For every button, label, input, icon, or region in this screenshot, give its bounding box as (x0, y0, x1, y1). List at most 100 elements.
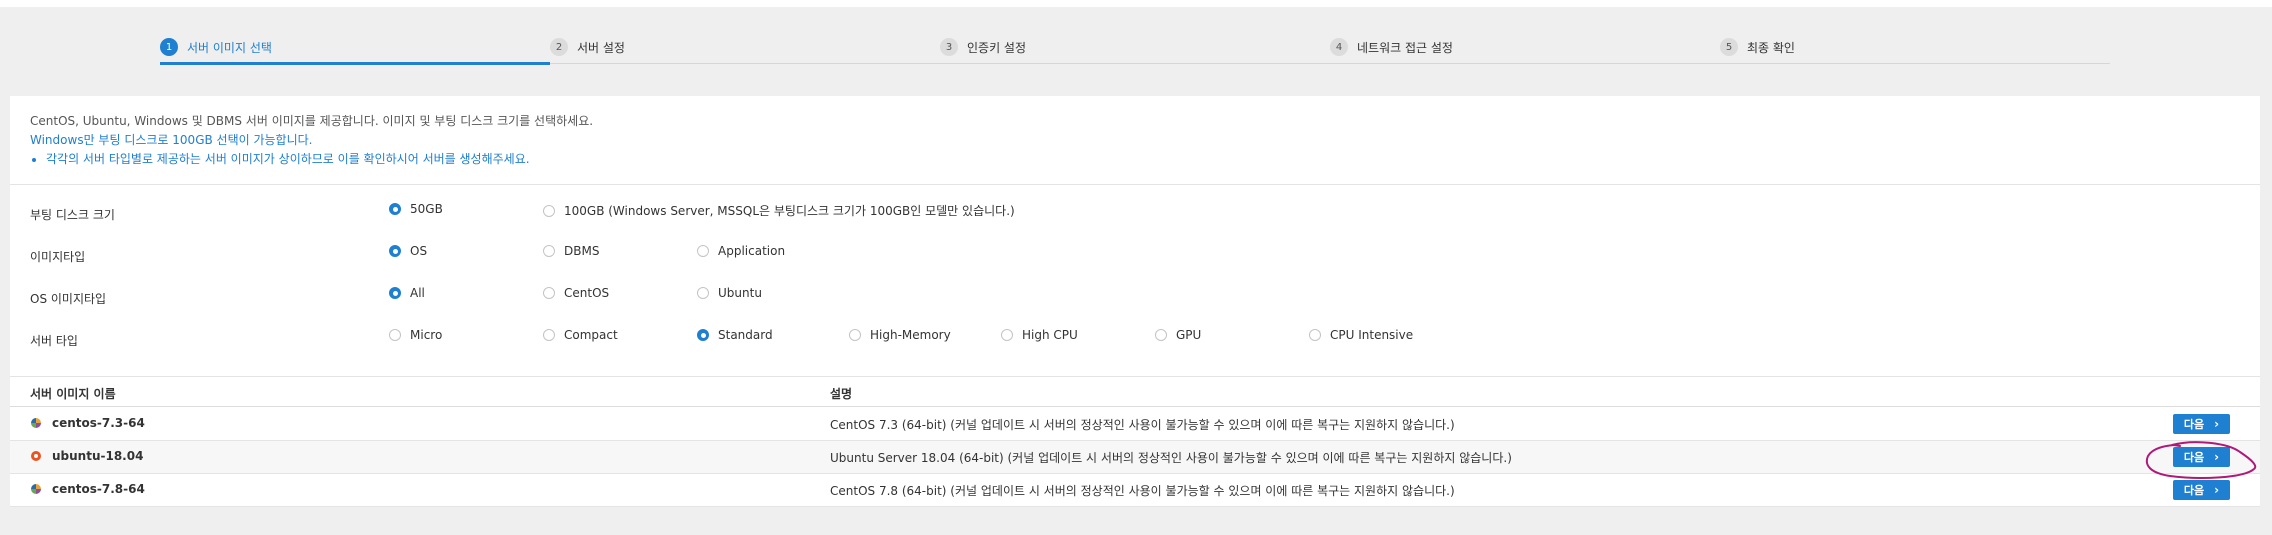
step-auth-key[interactable]: 3 인증키 설정 (940, 36, 1026, 58)
radio-server-standard[interactable]: Standard (697, 328, 773, 342)
radio-label: GPU (1176, 328, 1202, 342)
next-button-label: 다음 (2183, 418, 2205, 431)
divider (10, 376, 2260, 377)
radio-circle[interactable] (389, 329, 401, 341)
radio-circle[interactable] (389, 203, 401, 215)
table-row[interactable]: ubuntu-18.04 Ubuntu Server 18.04 (64-bit… (10, 441, 2260, 474)
info-box: CentOS, Ubuntu, Windows 및 DBMS 서버 이미지를 제… (30, 112, 593, 169)
radio-label: All (410, 286, 425, 300)
radio-boot-50gb[interactable]: 50GB (389, 202, 443, 216)
boot-disk-row: 부팅 디스크 크기 50GB 100GB (Windows Server, MS… (10, 202, 2260, 224)
step-number: 2 (550, 38, 568, 56)
radio-circle[interactable] (1001, 329, 1013, 341)
server-type-row: 서버 타입 Micro Compact Standard High-Memory… (10, 328, 2260, 350)
image-name: ubuntu-18.04 (52, 449, 144, 463)
centos-icon (31, 418, 41, 428)
step-label: 서버 이미지 선택 (187, 40, 272, 55)
radio-circle[interactable] (389, 245, 401, 257)
radio-circle[interactable] (697, 329, 709, 341)
radio-circle[interactable] (543, 287, 555, 299)
stepper-progress (160, 62, 550, 65)
radio-os-centos[interactable]: CentOS (543, 286, 609, 300)
divider (10, 184, 2260, 185)
image-desc: CentOS 7.3 (64-bit) (커널 업데이트 시 서버의 정상적인 … (830, 418, 1455, 432)
radio-label: High CPU (1022, 328, 1078, 342)
radio-circle[interactable] (543, 204, 555, 217)
radio-label: OS (410, 244, 428, 258)
wizard-stepper: 1 서버 이미지 선택 2 서버 설정 3 인증키 설정 4 네트워크 접근 설… (160, 36, 2110, 66)
radio-image-os[interactable]: OS (389, 244, 427, 258)
step-server-settings[interactable]: 2 서버 설정 (550, 36, 625, 58)
top-strip (0, 0, 2272, 7)
image-type-label: 이미지타입 (30, 250, 86, 264)
next-button-label: 다음 (2183, 451, 2205, 464)
step-label: 서버 설정 (577, 40, 625, 55)
server-type-label: 서버 타입 (30, 334, 78, 348)
radio-label: Application (718, 244, 786, 258)
radio-circle[interactable] (697, 245, 709, 257)
next-button[interactable]: 다음 › (2173, 447, 2230, 467)
centos-icon (31, 484, 41, 494)
radio-os-all[interactable]: All (389, 286, 425, 300)
radio-server-high-memory[interactable]: High-Memory (849, 328, 951, 342)
chevron-right-icon: › (2214, 450, 2220, 464)
step-label: 최종 확인 (1747, 40, 1795, 55)
radio-boot-100gb[interactable]: 100GB (Windows Server, MSSQL은 부팅디스크 크기가 … (543, 202, 1015, 219)
step-number: 3 (940, 38, 958, 56)
radio-label: CPU Intensive (1330, 328, 1414, 342)
radio-circle[interactable] (697, 287, 709, 299)
step-select-image[interactable]: 1 서버 이미지 선택 (160, 36, 272, 58)
table-header: 서버 이미지 이름 설명 (10, 378, 2260, 407)
step-number: 1 (160, 38, 178, 56)
image-desc: Ubuntu Server 18.04 (64-bit) (커널 업데이트 시 … (830, 451, 1512, 465)
radio-label: DBMS (564, 244, 600, 258)
image-type-row: 이미지타입 OS DBMS Application (10, 244, 2260, 266)
table-row[interactable]: centos-7.8-64 CentOS 7.8 (64-bit) (커널 업데… (10, 474, 2260, 507)
image-desc: CentOS 7.8 (64-bit) (커널 업데이트 시 서버의 정상적인 … (830, 484, 1455, 498)
radio-circle[interactable] (1309, 329, 1321, 341)
next-button[interactable]: 다음 › (2173, 414, 2230, 434)
column-header-desc: 설명 (830, 387, 853, 401)
radio-image-dbms[interactable]: DBMS (543, 244, 599, 258)
radio-image-application[interactable]: Application (697, 244, 785, 258)
radio-server-high-cpu[interactable]: High CPU (1001, 328, 1078, 342)
image-name: centos-7.8-64 (52, 482, 145, 496)
radio-os-ubuntu[interactable]: Ubuntu (697, 286, 762, 300)
table-row[interactable]: centos-7.3-64 CentOS 7.3 (64-bit) (커널 업데… (10, 408, 2260, 441)
radio-label: Compact (564, 328, 618, 342)
step-number: 4 (1330, 38, 1348, 56)
radio-label: Micro (410, 328, 443, 342)
column-header-name: 서버 이미지 이름 (30, 387, 116, 401)
radio-circle[interactable] (543, 329, 555, 341)
radio-server-compact[interactable]: Compact (543, 328, 618, 342)
info-note: Windows만 부팅 디스크로 100GB 선택이 가능합니다. (30, 133, 313, 147)
os-image-type-row: OS 이미지타입 All CentOS Ubuntu (10, 286, 2260, 308)
image-name: centos-7.3-64 (52, 416, 145, 430)
os-image-type-label: OS 이미지타입 (30, 292, 107, 306)
radio-circle[interactable] (389, 287, 401, 299)
radio-circle[interactable] (849, 329, 861, 341)
chevron-right-icon: › (2214, 483, 2220, 497)
radio-label: Ubuntu (718, 286, 762, 300)
radio-server-micro[interactable]: Micro (389, 328, 442, 342)
info-bullets: 각각의 서버 타입별로 제공하는 서버 이미지가 상이하므로 이를 확인하시어 … (30, 150, 593, 169)
step-label: 인증키 설정 (967, 40, 1027, 55)
step-number: 5 (1720, 38, 1738, 56)
radio-server-cpu-intensive[interactable]: CPU Intensive (1309, 328, 1413, 342)
radio-circle[interactable] (543, 245, 555, 257)
image-selection-panel: CentOS, Ubuntu, Windows 및 DBMS 서버 이미지를 제… (10, 96, 2260, 507)
info-bullet: 각각의 서버 타입별로 제공하는 서버 이미지가 상이하므로 이를 확인하시어 … (46, 150, 593, 169)
step-network-access[interactable]: 4 네트워크 접근 설정 (1330, 36, 1453, 58)
next-button[interactable]: 다음 › (2173, 480, 2230, 500)
radio-label: High-Memory (870, 328, 951, 342)
step-final-confirm[interactable]: 5 최종 확인 (1720, 36, 1795, 58)
radio-label: 100GB (Windows Server, MSSQL은 부팅디스크 크기가 … (564, 204, 1015, 218)
info-line: CentOS, Ubuntu, Windows 및 DBMS 서버 이미지를 제… (30, 114, 594, 128)
boot-disk-label: 부팅 디스크 크기 (30, 208, 115, 222)
step-label: 네트워크 접근 설정 (1357, 40, 1453, 55)
chevron-right-icon: › (2214, 417, 2220, 431)
radio-label: CentOS (564, 286, 610, 300)
radio-server-gpu[interactable]: GPU (1155, 328, 1201, 342)
radio-label: Standard (718, 328, 773, 342)
radio-circle[interactable] (1155, 329, 1167, 341)
